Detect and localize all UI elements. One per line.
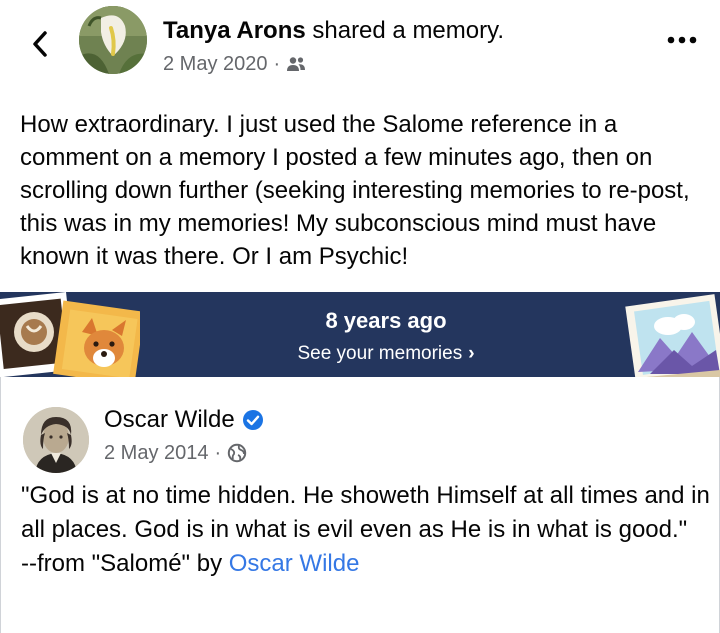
memory-author-name: Oscar Wilde xyxy=(104,406,235,433)
more-horizontal-icon xyxy=(667,36,697,44)
author-avatar[interactable] xyxy=(79,6,147,74)
memory-meta: 2 May 2014 · xyxy=(104,441,247,465)
verified-badge-icon xyxy=(242,410,263,430)
post-header: Tanya Arons shared a memory. 2 May 2020 … xyxy=(0,0,720,90)
post-date[interactable]: 2 May 2020 xyxy=(163,52,268,76)
memory-author[interactable]: Oscar Wilde xyxy=(104,405,264,435)
arum-lily-photo xyxy=(79,6,147,74)
chevron-right-icon: › xyxy=(468,343,475,364)
meta-separator: · xyxy=(214,442,222,464)
author-line: Tanya Arons shared a memory. xyxy=(163,16,504,46)
oscar-wilde-link[interactable]: Oscar Wilde xyxy=(229,550,360,577)
memory-quote-text: "God is at no time hidden. He showeth Hi… xyxy=(21,482,710,543)
back-button[interactable] xyxy=(20,24,60,64)
memories-banner-title: 8 years ago xyxy=(325,308,447,333)
see-your-memories-link[interactable]: See your memories › xyxy=(0,342,720,366)
memories-banner[interactable]: 8 years ago See your memories › xyxy=(0,292,720,377)
portrait-photo xyxy=(23,407,89,473)
oscar-wilde-avatar[interactable] xyxy=(23,407,89,473)
attribution-prefix: --from "Salomé" by xyxy=(21,550,229,577)
meta-separator: · xyxy=(273,53,281,75)
globe-icon xyxy=(227,443,247,463)
more-options-button[interactable] xyxy=(660,28,704,52)
author-action: shared a memory. xyxy=(305,17,504,44)
chevron-left-icon xyxy=(33,31,47,57)
post-text: How extraordinary. I just used the Salom… xyxy=(20,111,690,270)
memory-quote: "God is at no time hidden. He showeth Hi… xyxy=(21,479,711,581)
friends-icon xyxy=(287,57,306,71)
author-name[interactable]: Tanya Arons xyxy=(163,17,306,44)
post-meta: 2 May 2020 · xyxy=(163,52,306,76)
see-your-memories-label: See your memories xyxy=(297,343,463,364)
memory-date[interactable]: 2 May 2014 xyxy=(104,441,209,465)
shared-memory-card: Oscar Wilde 2 May 2014 · "God is at no t… xyxy=(0,377,720,633)
